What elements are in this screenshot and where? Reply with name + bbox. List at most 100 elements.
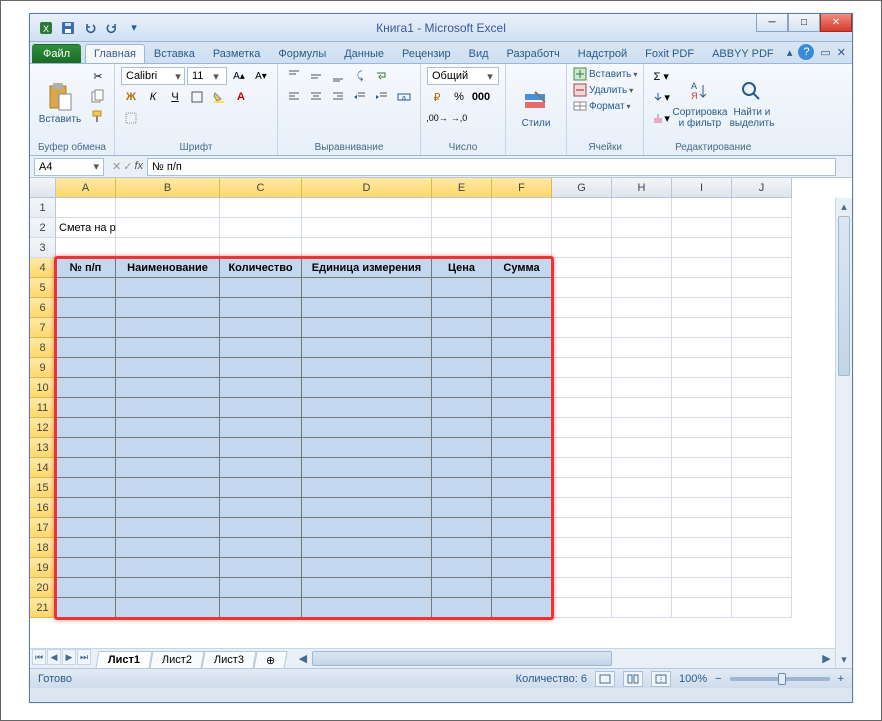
scroll-up-icon[interactable]: ▴ bbox=[836, 198, 852, 215]
cell-H9[interactable] bbox=[612, 358, 672, 378]
cell-F7[interactable] bbox=[492, 318, 552, 338]
cell-F8[interactable] bbox=[492, 338, 552, 358]
cell-A14[interactable] bbox=[56, 458, 116, 478]
copy-icon[interactable] bbox=[88, 87, 108, 105]
format-painter-icon[interactable] bbox=[88, 107, 108, 125]
cell-E2[interactable] bbox=[432, 218, 492, 238]
row-header-13[interactable]: 13 bbox=[30, 438, 56, 458]
row-header-5[interactable]: 5 bbox=[30, 278, 56, 298]
cell-H8[interactable] bbox=[612, 338, 672, 358]
column-header-F[interactable]: F bbox=[492, 178, 552, 198]
cell-J14[interactable] bbox=[732, 458, 792, 478]
cell-J10[interactable] bbox=[732, 378, 792, 398]
cell-G3[interactable] bbox=[552, 238, 612, 258]
cell-A17[interactable] bbox=[56, 518, 116, 538]
column-header-D[interactable]: D bbox=[302, 178, 432, 198]
cell-E20[interactable] bbox=[432, 578, 492, 598]
cell-C8[interactable] bbox=[220, 338, 302, 358]
cell-J16[interactable] bbox=[732, 498, 792, 518]
cell-G4[interactable] bbox=[552, 258, 612, 278]
align-left-icon[interactable] bbox=[284, 88, 304, 106]
styles-button[interactable]: Стили bbox=[512, 67, 560, 151]
cell-E10[interactable] bbox=[432, 378, 492, 398]
cell-B21[interactable] bbox=[116, 598, 220, 618]
cell-B20[interactable] bbox=[116, 578, 220, 598]
cell-A18[interactable] bbox=[56, 538, 116, 558]
cell-D19[interactable] bbox=[302, 558, 432, 578]
cell-D13[interactable] bbox=[302, 438, 432, 458]
fx-icon[interactable]: fx bbox=[134, 160, 143, 173]
cell-J7[interactable] bbox=[732, 318, 792, 338]
cell-C19[interactable] bbox=[220, 558, 302, 578]
underline-icon[interactable]: Ч bbox=[165, 88, 185, 106]
tab-formulas[interactable]: Формулы bbox=[269, 44, 335, 63]
new-sheet-icon[interactable]: ⊕ bbox=[254, 651, 288, 669]
cell-D7[interactable] bbox=[302, 318, 432, 338]
clear-icon[interactable]: ▾ bbox=[650, 109, 672, 127]
column-header-B[interactable]: B bbox=[116, 178, 220, 198]
cell-G8[interactable] bbox=[552, 338, 612, 358]
cell-H19[interactable] bbox=[612, 558, 672, 578]
row-header-2[interactable]: 2 bbox=[30, 218, 56, 238]
cell-D3[interactable] bbox=[302, 238, 432, 258]
cell-B4[interactable]: Наименование bbox=[116, 258, 220, 278]
maximize-button[interactable]: □ bbox=[788, 14, 820, 32]
scroll-down-icon[interactable]: ▾ bbox=[836, 651, 852, 668]
number-format-combo[interactable]: ▾ bbox=[427, 67, 499, 85]
autosum-icon[interactable]: Σ ▾ bbox=[650, 67, 672, 85]
cell-B18[interactable] bbox=[116, 538, 220, 558]
cell-H15[interactable] bbox=[612, 478, 672, 498]
cell-H14[interactable] bbox=[612, 458, 672, 478]
cell-H3[interactable] bbox=[612, 238, 672, 258]
cell-I7[interactable] bbox=[672, 318, 732, 338]
cell-A7[interactable] bbox=[56, 318, 116, 338]
cell-A13[interactable] bbox=[56, 438, 116, 458]
tab-abbyy[interactable]: ABBYY PDF bbox=[703, 44, 783, 63]
scroll-left-icon[interactable]: ◀ bbox=[294, 649, 311, 668]
cell-J17[interactable] bbox=[732, 518, 792, 538]
align-top-icon[interactable] bbox=[284, 67, 304, 85]
formula-input[interactable]: № п/п bbox=[147, 158, 836, 176]
cell-E5[interactable] bbox=[432, 278, 492, 298]
cell-C5[interactable] bbox=[220, 278, 302, 298]
cell-E21[interactable] bbox=[432, 598, 492, 618]
border-menu-icon[interactable] bbox=[121, 109, 141, 127]
cell-H20[interactable] bbox=[612, 578, 672, 598]
percent-icon[interactable]: % bbox=[449, 88, 469, 106]
cell-I9[interactable] bbox=[672, 358, 732, 378]
cell-E6[interactable] bbox=[432, 298, 492, 318]
cell-J2[interactable] bbox=[732, 218, 792, 238]
cell-H13[interactable] bbox=[612, 438, 672, 458]
cell-D20[interactable] bbox=[302, 578, 432, 598]
row-header-8[interactable]: 8 bbox=[30, 338, 56, 358]
cell-C21[interactable] bbox=[220, 598, 302, 618]
cell-I10[interactable] bbox=[672, 378, 732, 398]
row-header-3[interactable]: 3 bbox=[30, 238, 56, 258]
cell-I2[interactable] bbox=[672, 218, 732, 238]
column-header-A[interactable]: A bbox=[56, 178, 116, 198]
cell-H2[interactable] bbox=[612, 218, 672, 238]
row-header-11[interactable]: 11 bbox=[30, 398, 56, 418]
cell-J6[interactable] bbox=[732, 298, 792, 318]
cell-I20[interactable] bbox=[672, 578, 732, 598]
cell-C16[interactable] bbox=[220, 498, 302, 518]
cell-J20[interactable] bbox=[732, 578, 792, 598]
italic-icon[interactable]: К bbox=[143, 88, 163, 106]
cell-D1[interactable] bbox=[302, 198, 432, 218]
cell-G19[interactable] bbox=[552, 558, 612, 578]
cell-G14[interactable] bbox=[552, 458, 612, 478]
cell-G13[interactable] bbox=[552, 438, 612, 458]
cell-I15[interactable] bbox=[672, 478, 732, 498]
cell-C17[interactable] bbox=[220, 518, 302, 538]
cell-A15[interactable] bbox=[56, 478, 116, 498]
row-header-12[interactable]: 12 bbox=[30, 418, 56, 438]
zoom-knob[interactable] bbox=[778, 673, 786, 685]
cell-H16[interactable] bbox=[612, 498, 672, 518]
cell-C3[interactable] bbox=[220, 238, 302, 258]
sheet-prev-icon[interactable]: ◀ bbox=[47, 649, 61, 665]
cell-B10[interactable] bbox=[116, 378, 220, 398]
cell-G12[interactable] bbox=[552, 418, 612, 438]
tab-addins[interactable]: Надстрой bbox=[569, 44, 636, 63]
column-header-C[interactable]: C bbox=[220, 178, 302, 198]
tab-foxit[interactable]: Foxit PDF bbox=[636, 44, 703, 63]
